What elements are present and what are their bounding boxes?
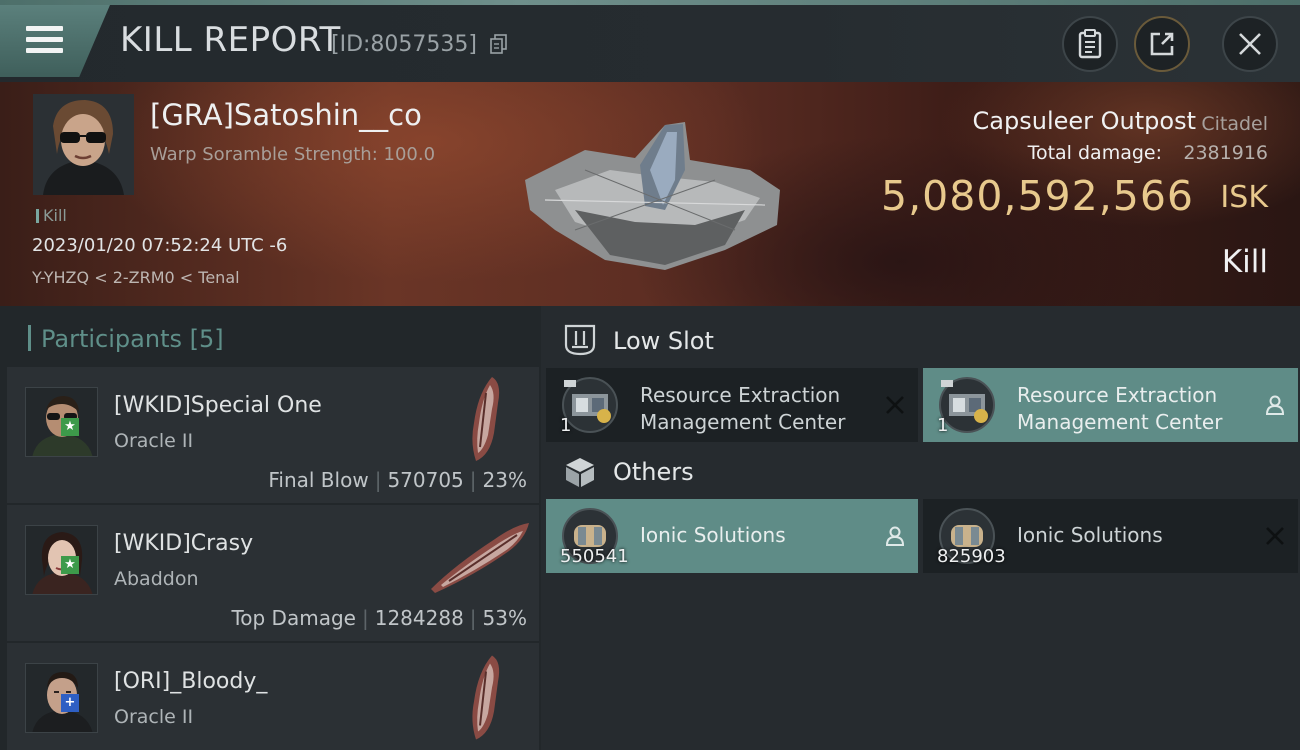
- kill-tag-label: Kill: [43, 206, 67, 225]
- share-icon: [1150, 32, 1174, 56]
- participant-percent: 53%: [482, 606, 527, 630]
- module-name-line2: Management Center: [640, 410, 846, 434]
- abaddon-ship-icon: [431, 523, 529, 593]
- oracle-ship-icon: [472, 655, 500, 740]
- module-item[interactable]: 1 Resource Extraction Management Center: [546, 368, 918, 442]
- stat-separator: |: [469, 468, 477, 492]
- item-quantity: 825903: [937, 546, 1006, 567]
- share-button[interactable]: [1134, 16, 1190, 72]
- stat-separator: |: [361, 606, 369, 630]
- module-quantity: 1: [560, 415, 572, 436]
- alliance-star-badge: ★: [61, 556, 79, 574]
- victim-name[interactable]: [GRA]Satoshin__co: [150, 98, 422, 132]
- participant-stats: Top Damage | 1284288 | 53%: [231, 606, 527, 630]
- participants-label: Participants [5]: [41, 325, 224, 353]
- participant-damage: 570705: [387, 468, 464, 492]
- target-name: Capsuleer Outpost: [972, 107, 1196, 135]
- oracle-ship-icon: [472, 377, 500, 461]
- corporation-plus-badge: +: [61, 694, 79, 712]
- kill-location: Y-YHZQ < 2-ZRM0 < Tenal: [32, 268, 240, 287]
- destroyed-icon: [1266, 527, 1284, 545]
- participants-header: Participants [5]: [28, 325, 224, 353]
- kill-result: Kill: [1221, 244, 1268, 280]
- total-damage-value: 2381916: [1183, 142, 1268, 164]
- participant-name[interactable]: [WKID]Special One: [114, 393, 322, 418]
- cargo-item[interactable]: 825903 Ionic Solutions: [923, 499, 1298, 573]
- target-class: Citadel: [1201, 113, 1268, 135]
- warp-scramble-strength: Warp Soramble Strength: 100.0: [150, 144, 436, 165]
- participants-marker: [28, 325, 31, 351]
- stat-separator: |: [374, 468, 382, 492]
- others-cargo-icon: [566, 458, 594, 487]
- header-bar: KILL REPORT [ID:8057535]: [0, 0, 1300, 82]
- module-name: Resource Extraction Management Center: [1017, 382, 1257, 436]
- participant-stats: Final Blow | 570705 | 23%: [268, 468, 527, 492]
- kill-tag: Kill: [36, 206, 67, 225]
- module-name-line1: Resource Extraction: [1017, 383, 1218, 407]
- destroyed-icon: [886, 396, 904, 414]
- page-title: KILL REPORT: [120, 20, 341, 60]
- kill-datetime: 2023/01/20 07:52:24 UTC -6: [32, 235, 288, 256]
- module-item[interactable]: 1 Resource Extraction Management Center: [923, 368, 1298, 442]
- participant-name[interactable]: [WKID]Crasy: [114, 531, 253, 556]
- low-slot-title: Low Slot: [613, 327, 714, 355]
- item-name: Ionic Solutions: [640, 523, 786, 547]
- module-name: Resource Extraction Management Center: [640, 382, 880, 436]
- item-quantity: 550541: [560, 546, 629, 567]
- menu-button[interactable]: [0, 5, 110, 77]
- participant-card[interactable]: + [ORI]_Bloody_ Oracle II: [7, 643, 539, 750]
- module-name-line2: Management Center: [1017, 410, 1223, 434]
- close-button[interactable]: [1222, 16, 1278, 72]
- isk-value: 5,080,592,566: [881, 172, 1194, 220]
- module-name-line1: Resource Extraction: [640, 383, 841, 407]
- participant-ship: Abaddon: [114, 568, 199, 590]
- clipboard-button[interactable]: [1062, 16, 1118, 72]
- victim-portrait: [33, 94, 134, 195]
- dropped-person-icon: [885, 526, 905, 546]
- close-icon: [1239, 33, 1261, 55]
- copy-icon[interactable]: [490, 34, 508, 54]
- participant-ship: Oracle II: [114, 430, 194, 452]
- module-quantity: 1: [937, 415, 949, 436]
- report-id: [ID:8057535]: [331, 32, 477, 57]
- participant-damage: 1284288: [374, 606, 464, 630]
- isk-unit: ISK: [1220, 180, 1268, 215]
- total-damage-label: Total damage:: [1027, 142, 1162, 164]
- dropped-person-icon: [1265, 395, 1285, 415]
- participant-ship: Oracle II: [114, 706, 194, 728]
- alliance-star-badge: ★: [61, 418, 79, 436]
- hamburger-icon-bar: [26, 48, 63, 53]
- citadel-structure-image: [525, 122, 780, 270]
- participant-name[interactable]: [ORI]_Bloody_: [114, 669, 267, 694]
- hamburger-icon: [26, 26, 63, 31]
- participant-card[interactable]: ★ [WKID]Special One Oracle II Final Blow…: [7, 367, 539, 503]
- low-slot-icon: [564, 324, 596, 356]
- participant-role: Final Blow: [268, 468, 369, 492]
- participant-role: Top Damage: [231, 606, 356, 630]
- avatar: [33, 94, 134, 195]
- stat-separator: |: [469, 606, 477, 630]
- cargo-item[interactable]: 550541 Ionic Solutions: [546, 499, 918, 573]
- clipboard-icon: [1078, 29, 1102, 59]
- kill-tag-marker: [36, 209, 39, 223]
- others-title: Others: [613, 458, 694, 486]
- participant-percent: 23%: [482, 468, 527, 492]
- hamburger-icon-bar: [26, 37, 63, 42]
- item-name: Ionic Solutions: [1017, 523, 1163, 547]
- participant-card[interactable]: ★ [WKID]Crasy Abaddon Top Damage | 1284288…: [7, 505, 539, 641]
